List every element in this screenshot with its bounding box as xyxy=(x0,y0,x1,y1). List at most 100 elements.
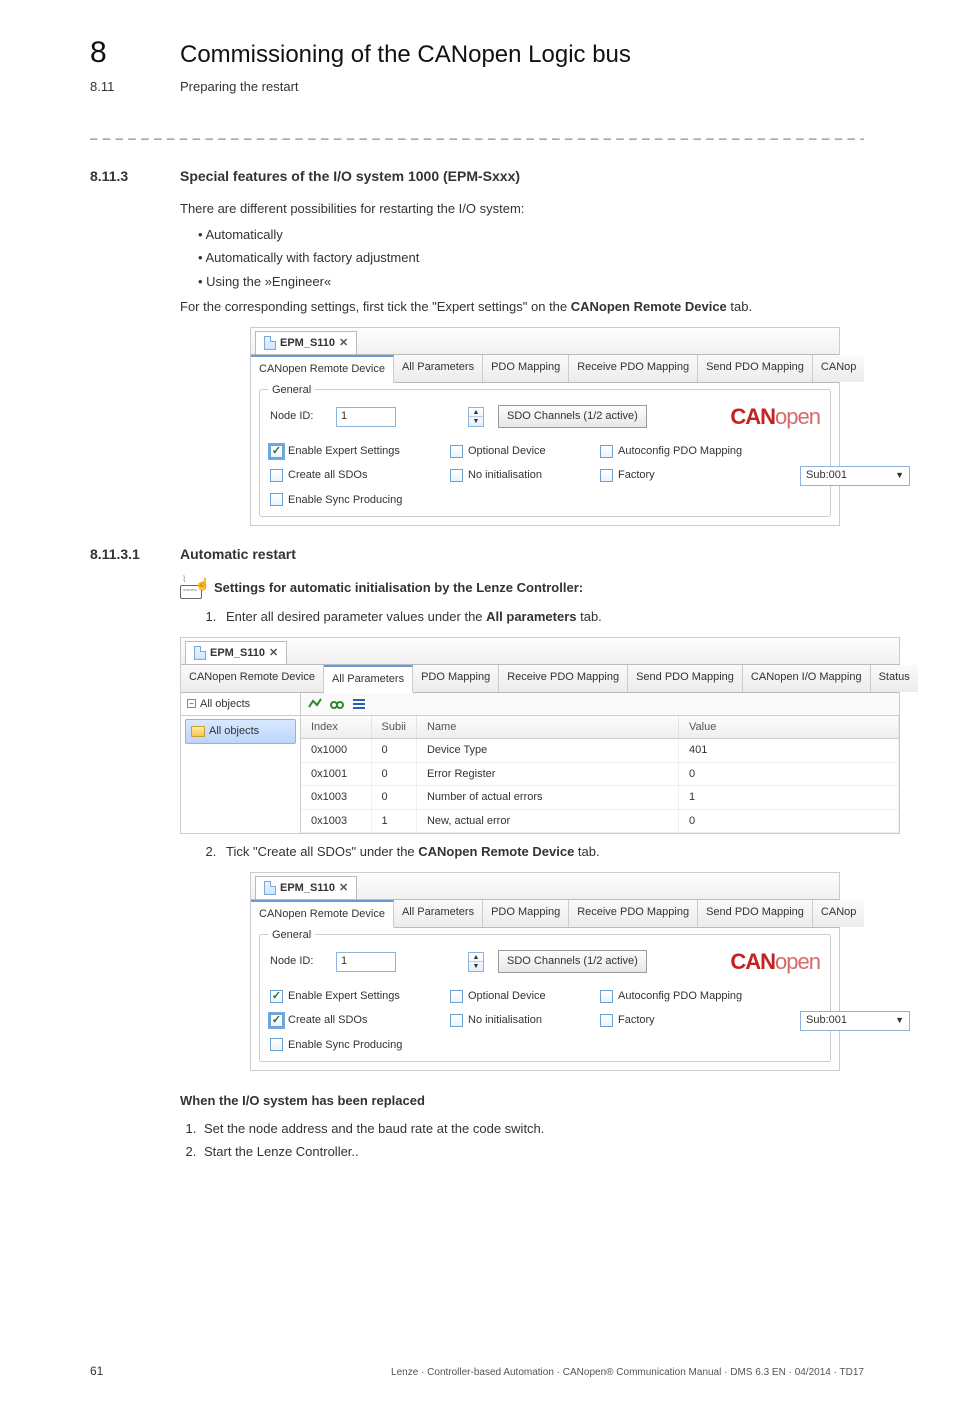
intro-para: There are different possibilities for re… xyxy=(180,199,864,219)
file-tab[interactable]: EPM_S110 ✕ xyxy=(255,876,357,900)
object-tree-panel: − All objects All objects xyxy=(181,693,301,834)
col-subindex[interactable]: Subii xyxy=(371,716,416,739)
tab-all-parameters[interactable]: All Parameters xyxy=(394,900,483,927)
tab-canopen-remote-device[interactable]: CANopen Remote Device xyxy=(251,900,394,928)
sub-select[interactable]: Sub:001▼ xyxy=(800,1011,910,1031)
file-tab-label: EPM_S110 xyxy=(210,645,265,662)
checkbox-icon xyxy=(270,469,283,482)
grid-toolbar xyxy=(301,693,899,716)
tab-canopen-remote-device[interactable]: CANopen Remote Device xyxy=(251,355,394,383)
checkbox-icon xyxy=(270,990,283,1003)
tab-canopen-remote-device[interactable]: CANopen Remote Device xyxy=(181,665,324,692)
node-id-spinner[interactable]: ▲ ▼ xyxy=(468,407,484,427)
file-tab[interactable]: EPM_S110 ✕ xyxy=(255,331,357,355)
cb-no-initialisation[interactable]: No initialisation xyxy=(450,467,600,484)
folder-icon xyxy=(191,726,205,737)
tab-truncated[interactable]: CANop xyxy=(813,355,864,382)
cb-enable-expert-settings[interactable]: Enable Expert Settings xyxy=(270,443,450,460)
heading-8-11-3-num: 8.11.3 xyxy=(90,166,180,187)
tab-receive-pdo-mapping[interactable]: Receive PDO Mapping xyxy=(569,355,698,382)
checkbox-icon xyxy=(600,1014,613,1027)
tree-selected-node[interactable]: All objects xyxy=(185,719,296,744)
col-name[interactable]: Name xyxy=(416,716,678,739)
binocular-icon[interactable] xyxy=(329,696,345,712)
col-index[interactable]: Index xyxy=(301,716,371,739)
list-item: Automatically with factory adjustment xyxy=(198,248,864,268)
tab-all-parameters[interactable]: All Parameters xyxy=(324,665,413,693)
chart-icon[interactable] xyxy=(307,696,323,712)
canopen-logo: CANopen xyxy=(730,400,820,433)
file-tab[interactable]: EPM_S110 ✕ xyxy=(185,641,287,665)
tab-send-pdo-mapping[interactable]: Send PDO Mapping xyxy=(698,900,813,927)
document-icon xyxy=(264,881,276,895)
node-id-label: Node ID: xyxy=(270,408,330,425)
tab-receive-pdo-mapping[interactable]: Receive PDO Mapping xyxy=(569,900,698,927)
chapter-number: 8 xyxy=(90,30,180,75)
tab-pdo-mapping[interactable]: PDO Mapping xyxy=(483,900,569,927)
sdo-channels-button[interactable]: SDO Channels (1/2 active) xyxy=(498,950,647,973)
chevron-down-icon: ▼ xyxy=(895,469,904,483)
checkbox-icon xyxy=(270,1014,283,1027)
canopen-logo: CANopen xyxy=(730,945,820,978)
tab-all-parameters[interactable]: All Parameters xyxy=(394,355,483,382)
table-row[interactable]: 0x10030Number of actual errors1 xyxy=(301,786,899,810)
cb-factory[interactable]: Factory xyxy=(600,467,800,484)
node-id-input[interactable]: 1 xyxy=(336,407,396,427)
tab-pdo-mapping[interactable]: PDO Mapping xyxy=(483,355,569,382)
tab-send-pdo-mapping[interactable]: Send PDO Mapping xyxy=(628,665,743,692)
cb-enable-expert-settings[interactable]: Enable Expert Settings xyxy=(270,988,450,1005)
checkbox-icon xyxy=(600,990,613,1003)
close-icon[interactable]: ✕ xyxy=(269,645,278,662)
list-item: Automatically xyxy=(198,225,864,245)
page-number: 61 xyxy=(90,1362,103,1380)
step-1: Enter all desired parameter values under… xyxy=(220,607,864,627)
tab-receive-pdo-mapping[interactable]: Receive PDO Mapping xyxy=(499,665,628,692)
heading-8-11-3-1-num: 8.11.3.1 xyxy=(90,544,180,565)
table-row[interactable]: 0x10000Device Type401 xyxy=(301,739,899,763)
cb-factory[interactable]: Factory xyxy=(600,1012,800,1029)
chevron-down-icon: ▼ xyxy=(895,1014,904,1028)
cb-create-all-sdos[interactable]: Create all SDOs xyxy=(270,467,450,484)
spinner-down-icon[interactable]: ▼ xyxy=(469,417,483,426)
node-id-spinner[interactable]: ▲ ▼ xyxy=(468,952,484,972)
checkbox-icon xyxy=(450,1014,463,1027)
close-icon[interactable]: ✕ xyxy=(339,335,348,352)
tab-pdo-mapping[interactable]: PDO Mapping xyxy=(413,665,499,692)
cb-optional-device[interactable]: Optional Device xyxy=(450,443,600,460)
cb-autoconfig-pdo[interactable]: Autoconfig PDO Mapping xyxy=(600,988,800,1005)
col-value[interactable]: Value xyxy=(679,716,899,739)
list-icon[interactable] xyxy=(351,696,367,712)
file-tab-label: EPM_S110 xyxy=(280,880,335,897)
close-icon[interactable]: ✕ xyxy=(339,880,348,897)
node-id-input[interactable]: 1 xyxy=(336,952,396,972)
section-number: 8.11 xyxy=(90,77,180,97)
wizard-icon: ⌇ ☝ xyxy=(180,577,208,599)
sdo-channels-button[interactable]: SDO Channels (1/2 active) xyxy=(498,405,647,428)
cb-optional-device[interactable]: Optional Device xyxy=(450,988,600,1005)
cb-enable-sync-producing[interactable]: Enable Sync Producing xyxy=(270,1037,450,1054)
cb-no-initialisation[interactable]: No initialisation xyxy=(450,1012,600,1029)
checkbox-icon xyxy=(600,469,613,482)
cb-enable-sync-producing[interactable]: Enable Sync Producing xyxy=(270,492,450,509)
cb-autoconfig-pdo[interactable]: Autoconfig PDO Mapping xyxy=(600,443,800,460)
section-title: Preparing the restart xyxy=(180,77,299,97)
table-row[interactable]: 0x10031New, actual error0 xyxy=(301,809,899,833)
footer-text: Lenze · Controller-based Automation · CA… xyxy=(391,1365,864,1380)
table-row[interactable]: 0x10010Error Register0 xyxy=(301,762,899,786)
checkbox-icon xyxy=(270,1038,283,1051)
heading-8-11-3-1-text: Automatic restart xyxy=(180,544,296,565)
tab-canopen-io-mapping[interactable]: CANopen I/O Mapping xyxy=(743,665,871,692)
spinner-down-icon[interactable]: ▼ xyxy=(469,962,483,971)
spinner-up-icon[interactable]: ▲ xyxy=(469,408,483,418)
spinner-up-icon[interactable]: ▲ xyxy=(469,953,483,963)
cb-create-all-sdos[interactable]: Create all SDOs xyxy=(270,1012,450,1029)
tab-status[interactable]: Status xyxy=(871,665,918,692)
tab-truncated[interactable]: CANop xyxy=(813,900,864,927)
tree-root-node[interactable]: − All objects xyxy=(181,693,300,717)
screenshot-canopen-remote-device-1: EPM_S110 ✕ CANopen Remote Device All Par… xyxy=(250,327,840,527)
tab-send-pdo-mapping[interactable]: Send PDO Mapping xyxy=(698,355,813,382)
collapse-icon[interactable]: − xyxy=(187,699,196,708)
sub-select[interactable]: Sub:001▼ xyxy=(800,466,910,486)
file-tab-label: EPM_S110 xyxy=(280,335,335,352)
heading-8-11-3-text: Special features of the I/O system 1000 … xyxy=(180,166,520,187)
